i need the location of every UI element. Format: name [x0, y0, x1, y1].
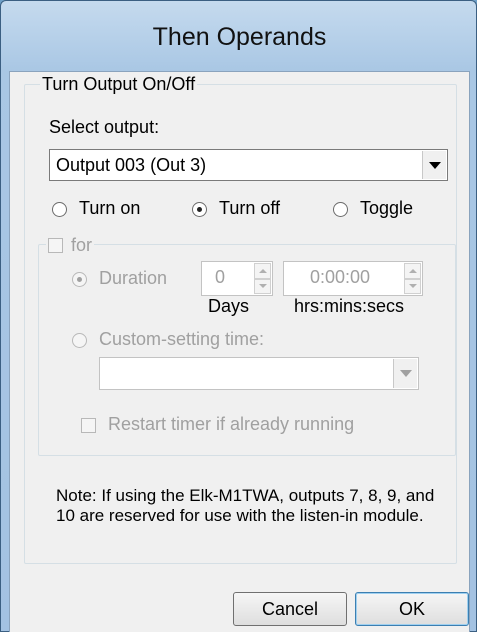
for-checkbox[interactable]: [48, 238, 63, 253]
restart-timer-checkbox[interactable]: [81, 418, 96, 433]
dialog-window: Then Operands Turn Output On/Off Select …: [0, 0, 477, 632]
chevron-down-icon[interactable]: [422, 151, 446, 179]
for-label: for: [71, 235, 93, 255]
days-decrement-button[interactable]: [254, 278, 271, 294]
window-title: Then Operands: [152, 22, 327, 51]
note-text: Note: If using the Elk-M1TWA, outputs 7,…: [56, 486, 435, 525]
turn-output-group-legend: Turn Output On/Off: [40, 74, 198, 95]
duration-radio[interactable]: [72, 272, 87, 287]
ok-button[interactable]: OK: [355, 592, 469, 626]
days-spinner[interactable]: 0: [201, 261, 273, 296]
custom-time-select[interactable]: [99, 357, 419, 390]
custom-time-label: Custom-setting time:: [99, 329, 265, 349]
cancel-button[interactable]: Cancel: [233, 592, 347, 626]
time-decrement-button[interactable]: [404, 278, 421, 294]
time-increment-button[interactable]: [404, 263, 421, 279]
toggle-label[interactable]: Toggle: [360, 198, 413, 219]
days-value: 0: [215, 267, 226, 287]
time-value: 0:00:00: [310, 267, 371, 287]
time-spinner[interactable]: 0:00:00: [283, 261, 423, 296]
turn-on-radio[interactable]: [52, 202, 67, 217]
output-select[interactable]: Output 003 (Out 3): [49, 149, 448, 181]
days-unit-label: Days: [208, 296, 250, 316]
output-select-value: Output 003 (Out 3): [56, 155, 207, 175]
for-group-legend: for: [46, 235, 95, 256]
chevron-down-icon[interactable]: [393, 359, 417, 388]
select-output-label: Select output:: [49, 117, 160, 137]
time-unit-label: hrs:mins:secs: [294, 296, 405, 316]
turn-on-label[interactable]: Turn on: [79, 198, 140, 219]
duration-label: Duration: [99, 268, 168, 288]
days-increment-button[interactable]: [254, 263, 271, 279]
dialog-client: Turn Output On/Off Select output: Output…: [9, 71, 470, 632]
turn-off-label[interactable]: Turn off: [219, 198, 280, 219]
custom-time-radio[interactable]: [72, 333, 87, 348]
restart-timer-label: Restart timer if already running: [108, 414, 355, 434]
turn-off-radio[interactable]: [192, 202, 207, 217]
toggle-radio[interactable]: [333, 202, 348, 217]
